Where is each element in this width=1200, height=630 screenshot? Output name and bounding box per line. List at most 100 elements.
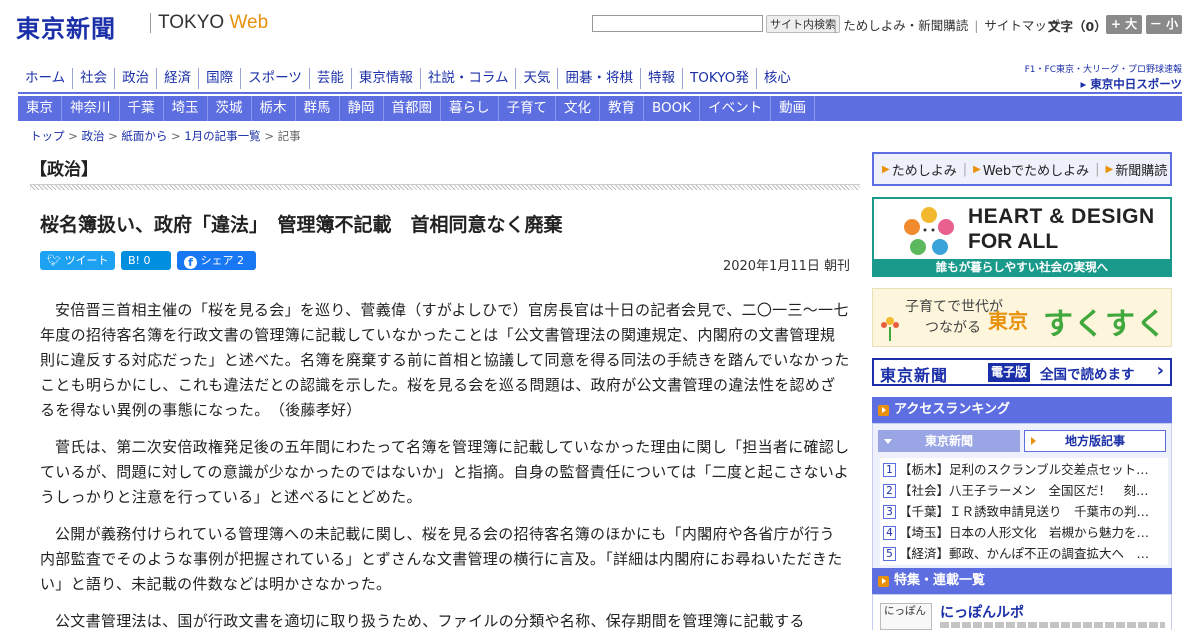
header-link-separator: | (833, 18, 838, 33)
site-logo-en[interactable]: TOKYO Web (158, 12, 268, 34)
chevron-right-icon: › (1156, 360, 1164, 381)
tweet-label: ツイート (64, 254, 109, 267)
site-search-input[interactable] (592, 15, 763, 32)
region-item-chiba[interactable]: 千葉 (120, 96, 164, 121)
region-item-tokyo[interactable]: 東京 (18, 96, 62, 121)
region-item-education[interactable]: 教育 (600, 96, 644, 121)
nav-item-tokyo-hatsu[interactable]: TOKYO発 (683, 68, 757, 89)
rank-number: 3 (883, 504, 896, 519)
access-ranking-title: アクセスランキング (894, 402, 1010, 417)
digital-edition-banner[interactable]: 東京新聞 電子版 全国で読めます › (872, 358, 1172, 386)
feature-item-title[interactable]: にっぽんルポ (940, 602, 1024, 622)
font-bigger-button[interactable]: + 大 (1106, 15, 1142, 34)
ranking-tab-local[interactable]: 地方版記事 (1024, 430, 1166, 452)
play-icon (878, 405, 889, 416)
share-label: シェア 2 (200, 254, 245, 267)
nav-item-weather[interactable]: 天気 (516, 68, 559, 89)
region-item-shizuoka[interactable]: 静岡 (340, 96, 384, 121)
region-item-saitama[interactable]: 埼玉 (164, 96, 208, 121)
nav-item-kakushin[interactable]: 核心 (757, 68, 798, 89)
ranking-item[interactable]: 4 【埼玉】日本の人形文化 岩槻から魅力を… (883, 522, 1165, 543)
features-header: 特集・連載一覧 (872, 568, 1172, 594)
logo-divider (150, 13, 151, 33)
header-links: | ためしよみ・新聞購読 | サイトマップ | (833, 15, 1072, 34)
feature-item-description (940, 622, 1165, 628)
subscribe-link[interactable]: 新聞購読 (1115, 160, 1167, 179)
region-item-event[interactable]: イベント (700, 96, 772, 121)
tweet-button[interactable]: 🐦︎ ツイート (40, 251, 115, 270)
breadcrumb-top[interactable]: トップ (30, 129, 65, 143)
nav-item-politics[interactable]: 政治 (115, 68, 158, 89)
region-item-shutoken[interactable]: 首都圏 (384, 96, 441, 121)
header-link-separator: | (974, 18, 979, 33)
region-item-kurashi[interactable]: 暮らし (441, 96, 499, 121)
ranking-item[interactable]: 2 【社会】八王子ラーメン 全国区だ！ 刻… (883, 480, 1165, 501)
nav-item-entertainment[interactable]: 芸能 (310, 68, 352, 89)
flower-icon (881, 317, 899, 341)
region-item-video[interactable]: 動画 (771, 96, 816, 121)
web-tameshi-link[interactable]: Webでためしよみ (983, 160, 1089, 179)
nav-item-special[interactable]: 特報 (641, 68, 683, 89)
features-title: 特集・連載一覧 (894, 573, 986, 588)
twitter-icon: 🐦︎ (47, 254, 61, 267)
region-item-kosodate[interactable]: 子育て (499, 96, 556, 121)
feature-thumbnail[interactable]: にっぽん (880, 603, 932, 630)
ranking-list: 1 【栃木】足利のスクランブル交差点セット… 2 【社会】八王子ラーメン 全国区だ！… (880, 458, 1168, 565)
article-paragraph: 菅氏は、第二次安倍政権発足後の五年間にわたって名簿を管理簿に記載していなかった理… (40, 438, 850, 506)
rank-number: 5 (883, 546, 896, 561)
region-item-gunma[interactable]: 群馬 (296, 96, 340, 121)
sukusuku-tagline-2: つながる (925, 320, 981, 336)
breadcrumb-politics[interactable]: 政治 (81, 129, 104, 143)
digital-edition-text: 全国で読めます (1040, 367, 1135, 383)
region-item-kanagawa[interactable]: 神奈川 (62, 96, 120, 121)
tokyo-sukusuku-banner[interactable]: 子育てで世代が つながる 東京 すくすく (872, 288, 1172, 347)
header-link-subscribe[interactable]: ためしよみ・新聞購読 (843, 18, 968, 33)
logo-web-text: Web (229, 12, 269, 33)
region-item-ibaraki[interactable]: 茨城 (208, 96, 252, 121)
rank-number: 2 (883, 483, 896, 498)
heart-design-logo-icon (904, 207, 954, 255)
ranking-tab-tokyo[interactable]: 東京新聞 (878, 430, 1020, 452)
digital-edition-badge: 電子版 (988, 363, 1031, 382)
access-ranking-header: アクセスランキング (872, 397, 1172, 423)
ranking-tab-tokyo-label: 東京新聞 (924, 434, 973, 448)
nav-item-society[interactable]: 社会 (73, 68, 116, 89)
ranking-item-text: 【栃木】足利のスクランブル交差点セット… (899, 462, 1149, 477)
heart-design-banner[interactable]: HEART & DESIGN FOR ALL 誰もが暮らしやすい社会の実現へ (872, 197, 1172, 277)
breadcrumb-monthly[interactable]: 1月の記事一覧 (184, 129, 260, 143)
facebook-share-button[interactable]: f シェア 2 (177, 251, 256, 270)
site-logo[interactable]: 東京新聞 (16, 9, 116, 44)
article-paragraph: 公文書管理法は、国が行政文書を適切に取り扱うため、ファイルの分類や名称、保存期間… (55, 612, 805, 630)
font-smaller-button[interactable]: － 小 (1146, 15, 1182, 34)
nav-item-editorial[interactable]: 社説・コラム (421, 68, 517, 89)
play-icon (878, 576, 889, 587)
nav-item-go-shogi[interactable]: 囲碁・将棋 (558, 68, 641, 89)
breadcrumb-current: 記事 (277, 129, 301, 143)
chunichi-sports-link[interactable]: F1・FC東京・大リーグ・プロ野球速報 ▸ 東京中日スポーツ (1020, 62, 1182, 92)
nav-item-home[interactable]: ホーム (18, 68, 74, 89)
ranking-item-text: 【経済】郵政、かんぽ不正の調査拡大へ … (899, 546, 1150, 561)
region-item-tochigi[interactable]: 栃木 (252, 96, 296, 121)
chunichi-name: ▸ 東京中日スポーツ (1080, 77, 1182, 91)
ranking-item[interactable]: 5 【経済】郵政、かんぽ不正の調査拡大へ … (883, 543, 1165, 564)
nav-item-tokyo-info[interactable]: 東京情報 (352, 68, 421, 89)
heart-design-subtitle: FOR ALL (968, 230, 1059, 253)
nav-item-international[interactable]: 国際 (199, 68, 242, 89)
main-nav-rule (18, 92, 1182, 94)
site-search-button[interactable]: サイト内検索 (766, 15, 840, 33)
rank-number: 4 (883, 525, 896, 540)
ranking-item[interactable]: 3 【千葉】ＩＲ誘致申請見送り 千葉市の判… (883, 501, 1165, 522)
chunichi-sub: F1・FC東京・大リーグ・プロ野球速報 (1024, 65, 1182, 75)
ranking-tab-local-label: 地方版記事 (1064, 434, 1125, 448)
section-title: 【政治】 (30, 160, 98, 180)
region-item-culture[interactable]: 文化 (556, 96, 600, 121)
breadcrumb-print[interactable]: 紙面から (121, 129, 167, 143)
nav-item-economy[interactable]: 経済 (157, 68, 200, 89)
region-item-book[interactable]: BOOK (644, 96, 701, 121)
tameshi-link[interactable]: ためしよみ (892, 160, 957, 179)
facebook-icon: f (184, 256, 197, 269)
ranking-item[interactable]: 1 【栃木】足利のスクランブル交差点セット… (883, 459, 1165, 480)
nav-item-sports[interactable]: スポーツ (241, 68, 310, 89)
hatena-bookmark-button[interactable]: B! 0 (121, 251, 171, 270)
ranking-item-text: 【埼玉】日本の人形文化 岩槻から魅力を… (899, 525, 1150, 540)
